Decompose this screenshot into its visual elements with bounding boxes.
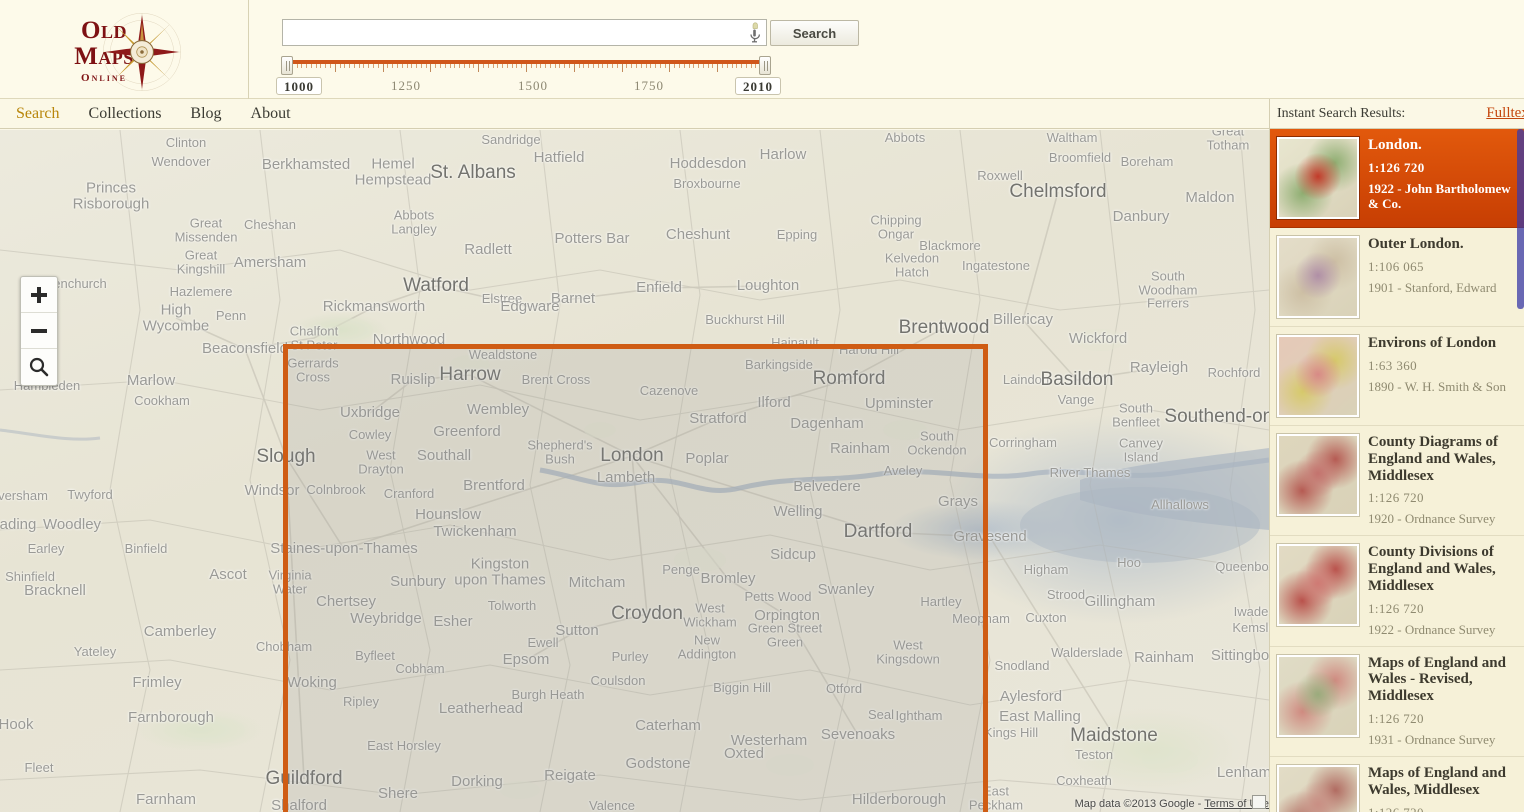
magnifier-icon — [29, 357, 49, 377]
result-thumbnail[interactable] — [1277, 544, 1359, 627]
result-meta: County Diagrams of England and Wales, Mi… — [1368, 434, 1516, 527]
plus-icon — [31, 286, 47, 303]
search-button[interactable]: Search — [770, 20, 859, 46]
map-selection-rectangle[interactable] — [283, 344, 988, 812]
result-meta: Maps of England and Wales - Revised, Mid… — [1368, 655, 1516, 748]
result-year-publisher: 1890 - W. H. Smith & Son — [1368, 378, 1506, 394]
result-title: Outer London. — [1368, 236, 1464, 252]
result-title: County Divisions of England and Wales, M… — [1368, 544, 1496, 594]
result-scale: 1:126 720 — [1368, 711, 1424, 727]
result-meta: Environs of London 1:63 360 1890 - W. H. S… — [1368, 335, 1516, 417]
timeline-year-start[interactable]: 1000 — [276, 77, 322, 95]
result-thumbnail[interactable] — [1277, 434, 1359, 516]
zoom-out-button[interactable] — [21, 313, 57, 349]
result-title: Environs of London — [1368, 335, 1497, 351]
result-year-publisher: 1901 - Stanford, Edward — [1368, 279, 1497, 295]
result-item[interactable]: Environs of London 1:63 360 1890 - W. H. S… — [1270, 327, 1524, 426]
result-meta: County Divisions of England and Wales, M… — [1368, 544, 1516, 637]
nav-item-search[interactable]: Search — [16, 99, 60, 128]
microphone-icon[interactable] — [745, 22, 765, 44]
site-logo[interactable]: Old Maps Online — [14, 6, 234, 94]
result-item[interactable]: Maps of England and Wales - Revised, Mid… — [1270, 647, 1524, 757]
site-header: Old Maps Online Search 1000 2010 1250 15… — [0, 0, 1524, 99]
timeline-mark-1750: 1750 — [634, 78, 664, 93]
result-title: County Diagrams of England and Wales, Mi… — [1368, 434, 1498, 484]
timeline-slider[interactable]: 1000 2010 1250 1500 1750 — [276, 56, 781, 95]
results-list[interactable]: London. 1:126 720 1922 - John Bartholomew … — [1270, 129, 1524, 812]
result-title: London. — [1368, 137, 1422, 153]
result-title: Maps of England and Wales - Revised, Mid… — [1368, 654, 1506, 705]
result-thumbnail[interactable] — [1277, 137, 1359, 219]
results-header-label: Instant Search Results: — [1277, 105, 1406, 121]
map-attribution: Map data ©2013 Google - Terms of Use — [1075, 798, 1269, 810]
result-item-selected[interactable]: London. 1:126 720 1922 - John Bartholomew … — [1270, 129, 1524, 228]
search-this-area-button[interactable] — [21, 349, 57, 385]
search-row — [282, 19, 767, 46]
timeline-mark-1250: 1250 — [391, 78, 421, 93]
page-root: Old Maps Online Search 1000 2010 1250 15… — [0, 0, 1524, 812]
result-year-publisher: 1920 - Ordnance Survey — [1368, 511, 1496, 527]
result-thumbnail[interactable] — [1277, 236, 1359, 318]
map-attribution-text: Map data ©2013 Google - — [1074, 798, 1205, 810]
zoom-in-button[interactable] — [21, 277, 57, 313]
results-header: Instant Search Results: Fulltext — [1270, 99, 1524, 129]
map-resize-handle[interactable] — [1252, 795, 1266, 809]
map-canvas[interactable]: Clinton Sandridge Abbots Waltham Great Totham… — [0, 130, 1269, 812]
timeline-ticks — [287, 64, 765, 73]
main-nav: Search Collections Blog About — [0, 99, 1269, 129]
result-year-publisher: 1931 - Ordnance Survey — [1368, 732, 1496, 748]
timeline-year-end[interactable]: 2010 — [735, 77, 781, 95]
results-panel: Instant Search Results: Fulltext London.… — [1269, 99, 1524, 812]
compass-rose-icon — [103, 13, 181, 91]
result-scale: 1:106 065 — [1368, 258, 1424, 274]
nav-item-blog[interactable]: Blog — [190, 99, 221, 128]
search-input[interactable] — [282, 19, 767, 46]
result-title: Maps of England and Wales, Middlesex — [1368, 764, 1506, 798]
result-scale: 1:126 720 — [1368, 600, 1424, 616]
fulltext-link[interactable]: Fulltext — [1486, 105, 1524, 122]
result-meta: Outer London. 1:106 065 1901 - Stanford, E… — [1368, 236, 1516, 318]
result-thumbnail[interactable] — [1277, 654, 1359, 737]
timeline-mark-1500: 1500 — [518, 78, 548, 93]
result-item[interactable]: County Divisions of England and Wales, M… — [1270, 536, 1524, 647]
minus-icon — [31, 328, 47, 333]
result-thumbnail[interactable] — [1277, 764, 1359, 812]
result-meta: Maps of England and Wales, Middlesex 1:12… — [1368, 765, 1516, 812]
result-item[interactable]: Outer London. 1:106 065 1901 - Stanford, E… — [1270, 228, 1524, 327]
result-scale: 1:126 720 — [1368, 159, 1425, 175]
result-item[interactable]: County Diagrams of England and Wales, Mi… — [1270, 426, 1524, 537]
timeline-handle-end[interactable] — [759, 56, 771, 75]
header-divider — [248, 0, 249, 99]
map-controls — [20, 276, 58, 386]
result-meta: London. 1:126 720 1922 - John Bartholomew … — [1368, 137, 1516, 219]
nav-item-about[interactable]: About — [251, 99, 291, 128]
result-item[interactable]: Maps of England and Wales, Middlesex 1:12… — [1270, 757, 1524, 812]
timeline-handle-start[interactable] — [281, 56, 293, 75]
result-year-publisher: 1922 - John Bartholomew & Co. — [1368, 180, 1511, 211]
result-year-publisher: 1922 - Ordnance Survey — [1368, 621, 1496, 637]
result-scale: 1:126 720 — [1368, 805, 1516, 812]
result-scale: 1:63 360 — [1368, 357, 1418, 373]
result-thumbnail[interactable] — [1277, 335, 1359, 417]
result-scale: 1:126 720 — [1368, 490, 1424, 506]
results-scrollbar[interactable] — [1517, 129, 1524, 309]
nav-item-collections[interactable]: Collections — [89, 99, 162, 128]
